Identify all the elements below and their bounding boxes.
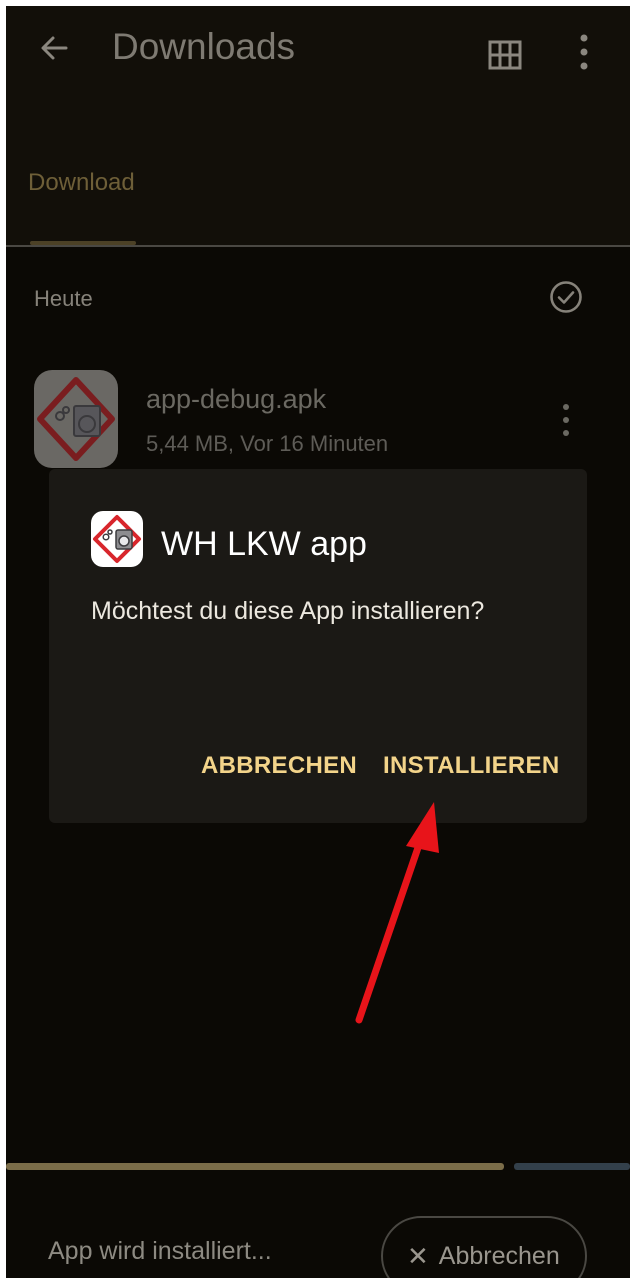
app-bar: Downloads Download (6, 6, 630, 246)
section-label-today: Heute (34, 286, 93, 311)
cancel-button[interactable]: ABBRECHEN (201, 752, 357, 780)
install-button[interactable]: INSTALLIEREN (383, 752, 560, 780)
tab-download[interactable]: Download (28, 169, 135, 197)
file-thumbnail[interactable] (34, 370, 118, 468)
install-status-text: App wird installiert... (48, 1237, 272, 1265)
file-meta: 5,44 MB, Vor 16 Minuten (146, 431, 389, 456)
file-name[interactable]: app-debug.apk (146, 384, 326, 415)
tab-divider (6, 245, 630, 247)
more-vert-icon[interactable] (574, 32, 594, 72)
download-screen: Downloads Download Heute app-debug.apk 5… (6, 6, 630, 1278)
app-icon (91, 511, 143, 567)
back-arrow-icon[interactable] (36, 30, 72, 66)
abort-install-button[interactable]: ✕ Abbrechen (381, 1216, 587, 1278)
dialog-message: Möchtest du diese App installieren? (91, 597, 485, 625)
close-icon: ✕ (407, 1240, 429, 1271)
check-circle-icon[interactable] (549, 280, 583, 314)
progress-bar-fill (6, 1163, 504, 1170)
app-icon (37, 377, 115, 461)
grid-view-icon[interactable] (488, 40, 522, 70)
dialog-title: WH LKW app (161, 525, 367, 563)
install-dialog: WH LKW app Möchtest du diese App install… (49, 469, 587, 823)
file-more-icon[interactable] (558, 402, 574, 438)
page-title: Downloads (112, 26, 296, 67)
progress-bar-track (514, 1163, 630, 1170)
abort-label: Abbrechen (438, 1241, 560, 1270)
